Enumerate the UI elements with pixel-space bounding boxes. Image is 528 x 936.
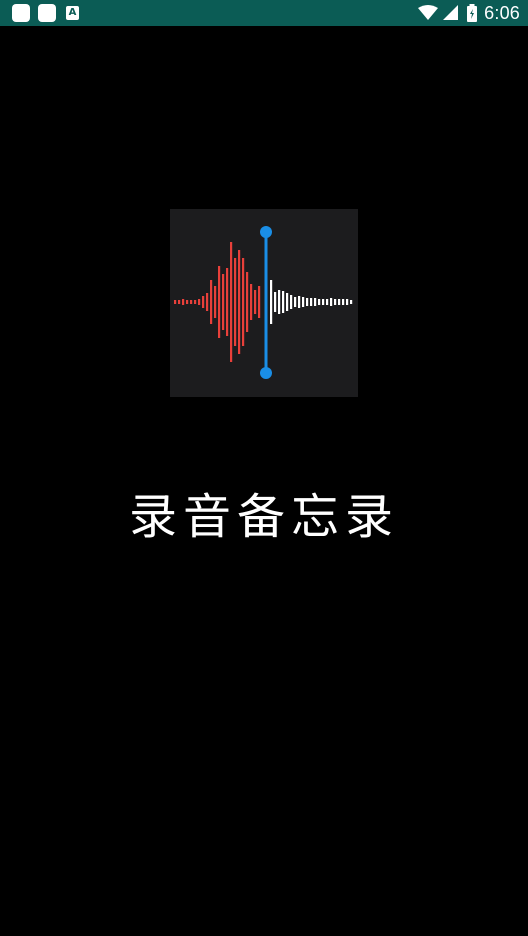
waveform-bar [214,286,217,318]
waveform-bar [206,293,209,311]
waveform-bar [250,284,253,320]
waveform-bar [326,299,329,305]
waveform-bar [222,274,225,330]
waveform-bar [342,299,345,305]
waveform-bar [282,291,285,313]
clock-time: 6:06 [484,2,520,23]
waveform-bar [246,272,249,332]
waveform-bar [258,286,261,318]
status-bar: A 6:06 [0,0,528,26]
waveform-bar [350,300,353,304]
waveform-bar [242,258,245,346]
waveform-bar [346,299,349,305]
waveform-bar [278,290,281,314]
waveform-bar [230,242,233,362]
waveform-bar [290,295,293,309]
a-badge-label: A [68,7,77,18]
waveform-graphic [174,226,353,379]
waveform-bar [302,297,305,307]
battery-icon [467,4,478,22]
waveform-bar [186,300,189,304]
waveform-bar [190,300,193,304]
waveform-bar [310,298,313,306]
splash-screen: A 6:06 录音备忘录 [0,0,528,936]
a-badge-icon: A [66,6,79,20]
waveform-bar [270,280,273,324]
notification-icon [12,4,30,22]
status-bar-right: 6:06 [418,0,520,26]
waveform-bar [306,298,309,306]
waveform-bar [178,300,181,304]
waveform-bar [218,266,221,338]
waveform-bar [210,280,213,324]
wifi-icon [418,5,439,20]
waveform-bar [198,299,201,305]
waveform-bar [226,268,229,336]
waveform-bar [294,297,297,307]
waveform-bar [314,298,317,306]
waveform-bar [174,300,177,304]
waveform-bar [182,299,185,305]
waveform-bar [322,299,325,305]
waveform-bar [318,299,321,305]
waveform-bar [338,299,341,305]
notification-icon [38,4,56,22]
playhead-bottom-handle [260,367,272,379]
app-title: 录音备忘录 [128,489,399,545]
waveform-bar [298,296,301,308]
waveform-bar [194,300,197,304]
waveform-bar [202,296,205,308]
waveform-bar [254,290,257,314]
waveform-bar [238,250,241,354]
waveform-bar [334,299,337,305]
waveform-bar [234,258,237,346]
waveform-bar [286,293,289,311]
cellular-signal-icon [443,5,459,20]
waveform-bar [330,298,333,306]
playhead-top-handle [260,226,272,238]
waveform-bar [274,292,277,312]
voice-memos-waveform-icon [170,209,358,397]
